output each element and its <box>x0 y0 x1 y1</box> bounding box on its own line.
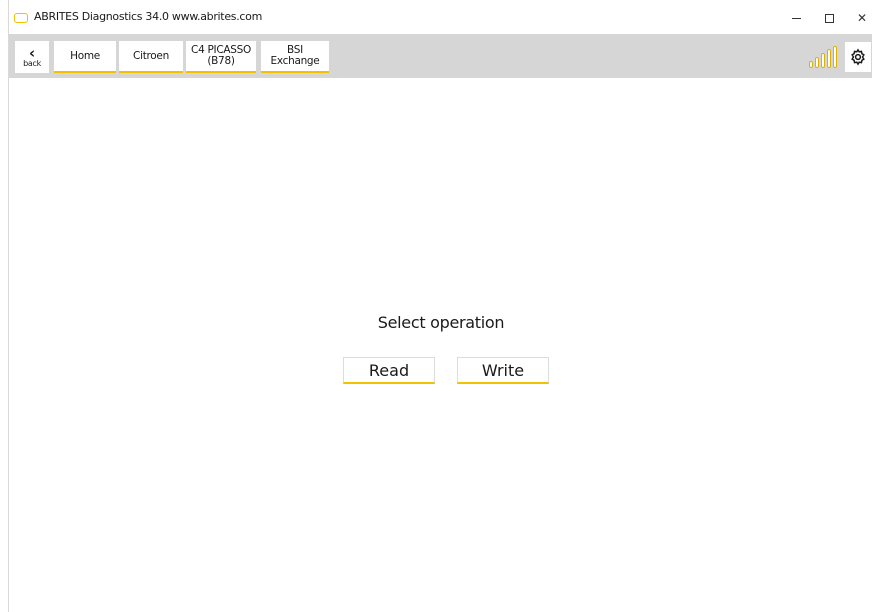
title-bar: ABRITES Diagnostics 34.0 www.abrites.com… <box>9 0 872 34</box>
minimize-button[interactable] <box>781 8 811 28</box>
breadcrumb-citroen[interactable]: Citroen <box>119 41 183 73</box>
breadcrumb-label-line2: (B78) <box>207 55 235 67</box>
app-window: ABRITES Diagnostics 34.0 www.abrites.com… <box>8 0 872 612</box>
read-button-label: Read <box>368 360 410 380</box>
window-title: ABRITES Diagnostics 34.0 www.abrites.com <box>34 10 263 23</box>
navigation-toolbar: ‹ back Home Citroen C4 PICASSO (B78) BSI… <box>9 34 872 78</box>
minimize-icon <box>791 17 801 19</box>
signal-bars-icon <box>809 46 837 68</box>
signal-bar <box>809 61 813 68</box>
back-label: back <box>23 58 41 68</box>
maximize-button[interactable] <box>814 8 844 28</box>
write-button[interactable]: Write <box>457 357 549 384</box>
breadcrumb-model[interactable]: C4 PICASSO (B78) <box>186 41 256 73</box>
read-button[interactable]: Read <box>343 357 435 384</box>
breadcrumb-label-line2: Exchange <box>270 55 320 67</box>
signal-bar <box>815 57 819 68</box>
maximize-icon <box>824 13 834 23</box>
chevron-left-icon: ‹ <box>29 43 35 62</box>
signal-bar <box>827 49 831 68</box>
back-button[interactable]: ‹ back <box>15 41 49 73</box>
breadcrumb-home[interactable]: Home <box>54 41 116 73</box>
close-icon: ✕ <box>856 11 868 25</box>
breadcrumb-label: Citroen <box>133 49 169 62</box>
close-button[interactable]: ✕ <box>847 8 872 28</box>
gear-icon <box>851 48 865 66</box>
page-heading: Select operation <box>377 313 505 332</box>
abrites-logo-icon <box>14 13 28 23</box>
breadcrumb-bsi-exchange[interactable]: BSI Exchange <box>261 41 329 73</box>
settings-button[interactable] <box>845 42 871 72</box>
signal-bar <box>833 46 837 68</box>
breadcrumb-label: Home <box>70 49 100 62</box>
write-button-label: Write <box>481 360 525 380</box>
signal-bar <box>821 53 825 68</box>
